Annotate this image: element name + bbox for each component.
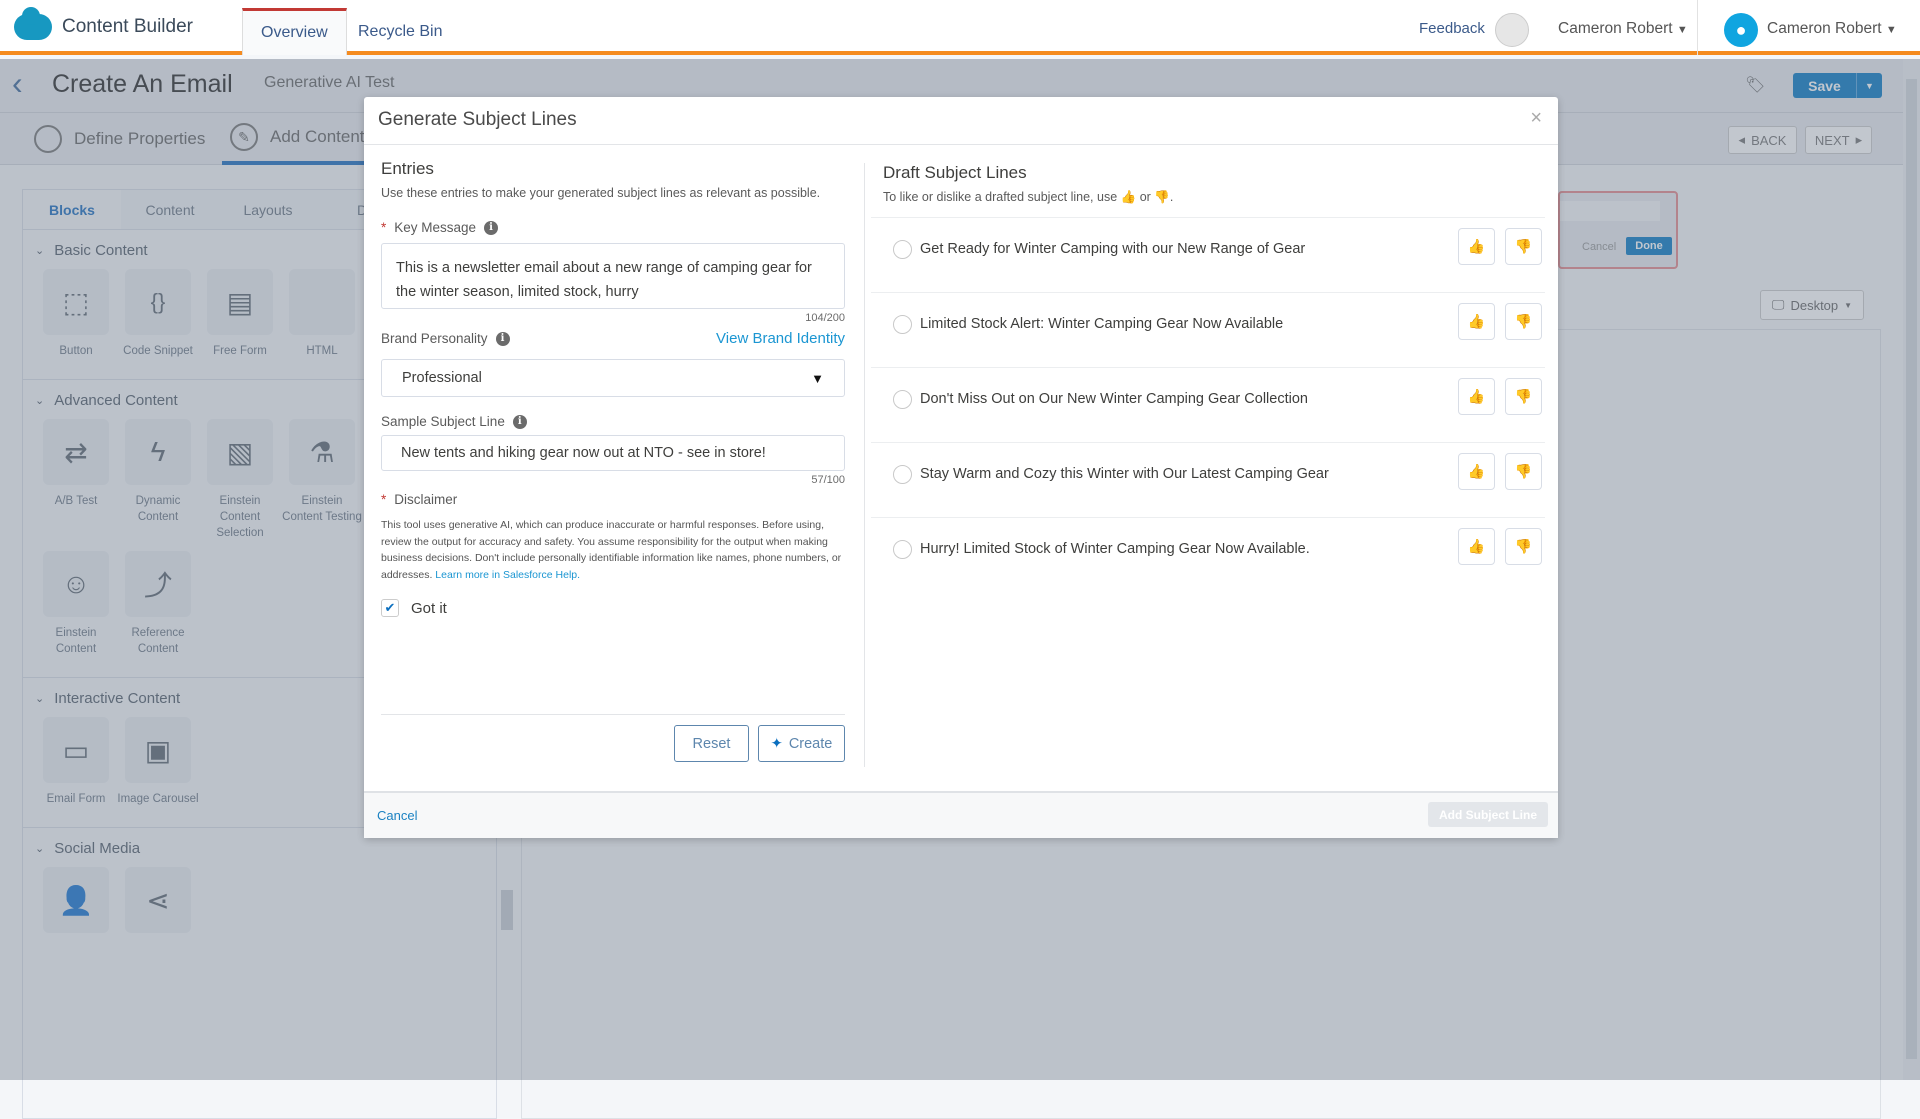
thumbs-down-icon[interactable]: 👎 — [1505, 303, 1542, 340]
chevron-down-icon: ▼ — [1885, 24, 1897, 36]
draft-option[interactable]: Limited Stock Alert: Winter Camping Gear… — [893, 311, 1333, 337]
thumbs-up-icon: 👍 — [1120, 190, 1137, 204]
modal-footer: Cancel Add Subject Line — [364, 791, 1558, 838]
required-marker: * — [381, 492, 387, 507]
draft-option[interactable]: Get Ready for Winter Camping with our Ne… — [893, 236, 1333, 262]
info-icon[interactable]: i — [484, 220, 499, 235]
einstein-avatar — [1495, 13, 1529, 47]
tab-recycle-bin[interactable]: Recycle Bin — [340, 8, 460, 55]
thumbs-up-icon[interactable]: 👍 — [1458, 378, 1495, 415]
draft-text: Limited Stock Alert: Winter Camping Gear… — [920, 316, 1284, 332]
sample-subject-input[interactable]: New tents and hiking gear now out at NTO… — [381, 435, 845, 471]
disclaimer-label: Disclaimer — [394, 492, 458, 507]
radio-button[interactable] — [893, 464, 912, 484]
radio-button[interactable] — [893, 389, 912, 409]
draft-option[interactable]: Don't Miss Out on Our New Winter Camping… — [893, 386, 1333, 412]
hint-text: To like or dislike a drafted subject lin… — [883, 190, 1118, 204]
user-avatar-icon[interactable]: ● — [1724, 13, 1758, 47]
thumbs-up-icon[interactable]: 👍 — [1458, 228, 1495, 265]
radio-button[interactable] — [893, 314, 912, 334]
info-icon[interactable]: i — [495, 331, 510, 346]
draft-subject-row[interactable]: Don't Miss Out on Our New Winter Camping… — [871, 367, 1545, 442]
got-it-checkbox[interactable]: ✔ Got it — [381, 599, 845, 617]
draft-option[interactable]: Stay Warm and Cozy this Winter with Our … — [893, 461, 1333, 487]
thumbs-down-icon[interactable]: 👎 — [1505, 378, 1542, 415]
salesforce-cloud-icon — [14, 7, 52, 40]
entries-description: Use these entries to make your generated… — [381, 186, 821, 200]
draft-subject-row[interactable]: Get Ready for Winter Camping with our Ne… — [871, 217, 1545, 292]
sparkle-icon: ✦ — [770, 735, 783, 752]
sample-subject-label: Sample Subject Line — [381, 414, 505, 429]
checkbox-checked-icon[interactable]: ✔ — [381, 599, 399, 617]
draft-text: Don't Miss Out on Our New Winter Camping… — [920, 391, 1308, 407]
drafts-section: Draft Subject Lines To like or dislike a… — [871, 163, 1557, 565]
column-divider — [864, 163, 865, 767]
key-message-count: 104/200 — [805, 312, 845, 324]
close-icon[interactable]: × — [1530, 107, 1542, 130]
app-brand[interactable]: Content Builder — [14, 7, 193, 40]
user-menu-1[interactable]: Cameron Robert ▼ — [1558, 20, 1688, 38]
draft-text: Get Ready for Winter Camping with our Ne… — [920, 241, 1306, 257]
user-name: Cameron Robert — [1767, 20, 1882, 37]
key-message-textarea[interactable]: This is a newsletter email about a new r… — [381, 243, 845, 309]
draft-text: Stay Warm and Cozy this Winter with Our … — [920, 466, 1329, 482]
draft-subject-row[interactable]: Hurry! Limited Stock of Winter Camping G… — [871, 517, 1545, 592]
thumbs-down-icon[interactable]: 👎 — [1505, 453, 1542, 490]
user-menu-2[interactable]: Cameron Robert ▼ — [1767, 20, 1897, 38]
draft-subject-row[interactable]: Stay Warm and Cozy this Winter with Our … — [871, 442, 1545, 517]
app-name: Content Builder — [62, 16, 193, 37]
draft-option[interactable]: Hurry! Limited Stock of Winter Camping G… — [893, 536, 1333, 562]
create-button[interactable]: ✦ Create — [758, 725, 845, 762]
selected-value: Professional — [402, 370, 482, 386]
key-message-label: Key Message — [394, 220, 477, 235]
reset-button[interactable]: Reset — [674, 725, 749, 762]
draft-text: Hurry! Limited Stock of Winter Camping G… — [920, 541, 1310, 557]
thumbs-down-icon[interactable]: 👎 — [1505, 528, 1542, 565]
tab-overview[interactable]: Overview — [242, 8, 347, 55]
hint-or: or — [1139, 190, 1151, 204]
modal-header: Generate Subject Lines — [364, 97, 1558, 145]
entries-heading: Entries — [381, 159, 434, 178]
thumbs-down-icon[interactable]: 👎 — [1505, 228, 1542, 265]
thumbs-up-icon[interactable]: 👍 — [1458, 303, 1495, 340]
thumbs-down-icon: 👎 — [1154, 190, 1170, 204]
help-link[interactable]: Learn more in Salesforce Help. — [435, 569, 580, 581]
view-brand-identity-link[interactable]: View Brand Identity — [716, 330, 845, 347]
thumbs-up-icon[interactable]: 👍 — [1458, 453, 1495, 490]
got-it-label: Got it — [411, 599, 447, 617]
hint-end: . — [1169, 190, 1174, 204]
create-label: Create — [788, 735, 833, 752]
modal-title: Generate Subject Lines — [378, 109, 577, 130]
feedback-link[interactable]: Feedback — [1419, 20, 1485, 37]
entries-section: Entries Use these entries to make your g… — [381, 159, 845, 617]
disclaimer-text: This tool uses generative AI, which can … — [381, 517, 845, 583]
brand-personality-select[interactable]: Professional ▼ — [381, 359, 845, 397]
caret-down-icon: ▼ — [811, 370, 824, 386]
generate-subject-lines-modal: Generate Subject Lines × Entries Use the… — [364, 97, 1558, 838]
brand-personality-label: Brand Personality — [381, 331, 488, 346]
cancel-button[interactable]: Cancel — [377, 808, 417, 823]
required-marker: * — [381, 220, 387, 235]
sample-subject-count: 57/100 — [811, 474, 845, 486]
radio-button[interactable] — [893, 539, 912, 559]
chevron-down-icon: ▼ — [1676, 24, 1688, 36]
drafts-heading: Draft Subject Lines — [883, 163, 1027, 182]
divider — [381, 714, 845, 715]
radio-button[interactable] — [893, 239, 912, 259]
info-icon[interactable]: i — [512, 414, 527, 429]
add-subject-line-button[interactable]: Add Subject Line — [1428, 802, 1548, 827]
user-name: Cameron Robert — [1558, 20, 1673, 37]
draft-subject-row[interactable]: Limited Stock Alert: Winter Camping Gear… — [871, 292, 1545, 367]
drafts-hint: To like or dislike a drafted subject lin… — [883, 187, 1557, 208]
thumbs-up-icon[interactable]: 👍 — [1458, 528, 1495, 565]
top-navigation: Content Builder Overview Recycle Bin Fee… — [0, 0, 1920, 55]
divider — [1697, 0, 1698, 55]
